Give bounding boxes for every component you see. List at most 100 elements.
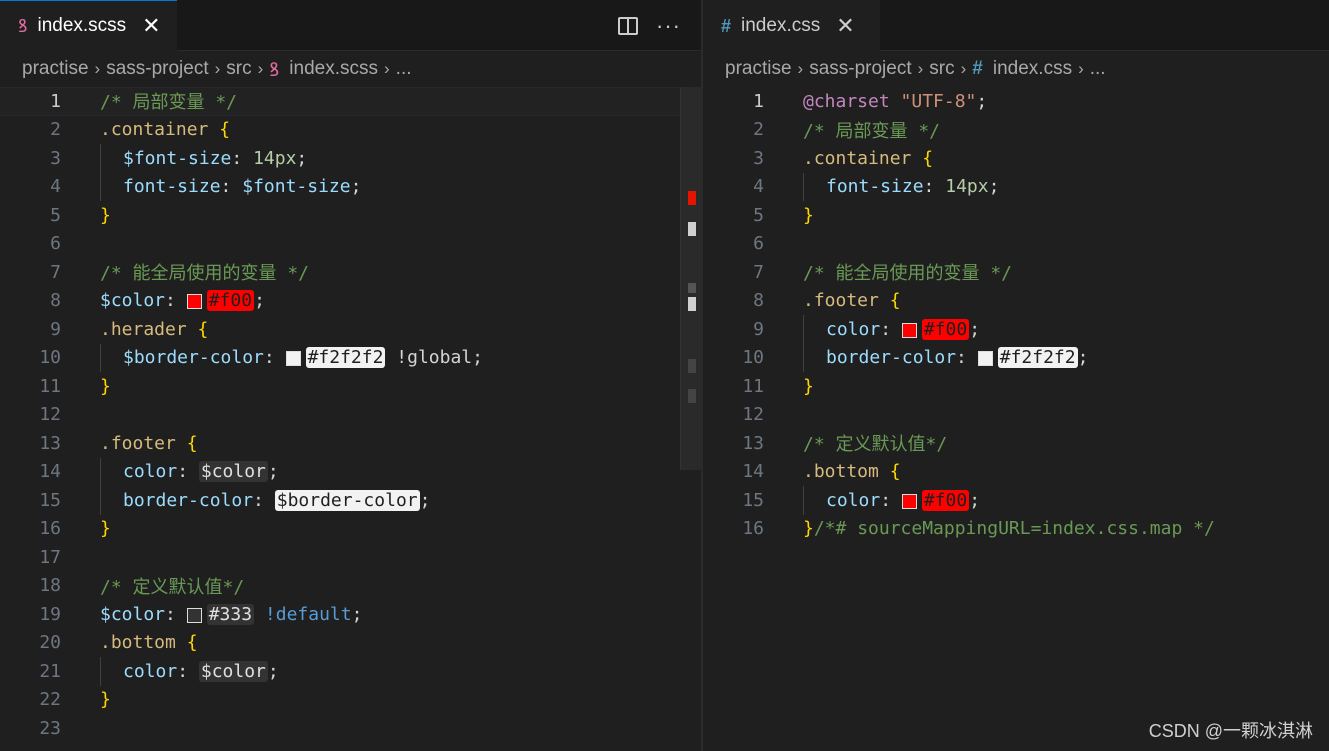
chevron-right-icon: › bbox=[384, 59, 390, 78]
line-number: 5 bbox=[753, 204, 764, 226]
breadcrumb-item[interactable]: ... bbox=[396, 58, 412, 80]
indent-guide bbox=[100, 457, 101, 486]
comment: /* 能全局使用的变量 */ bbox=[100, 263, 310, 285]
code-line: 15 color: #f00; bbox=[703, 486, 1329, 515]
color-swatch[interactable] bbox=[186, 294, 202, 310]
tab-index-scss[interactable]: ꝸ index.scss ✕ bbox=[0, 0, 177, 51]
value: 14px bbox=[945, 176, 989, 198]
chevron-right-icon: › bbox=[797, 59, 804, 78]
sass-file-icon: ꝸ bbox=[18, 16, 28, 36]
code-editor-left[interactable]: 1 /* 局部变量 */ 2 .container { 3 $font-size… bbox=[0, 87, 701, 751]
code-line: 6 bbox=[0, 230, 701, 259]
line-number: 16 bbox=[742, 518, 764, 540]
code-line: 11 } bbox=[0, 372, 701, 401]
color-value: #f00 bbox=[206, 290, 255, 312]
line-number: 15 bbox=[39, 489, 61, 511]
code-line: 9 color: #f00; bbox=[703, 315, 1329, 344]
breadcrumb-item[interactable]: sass-project bbox=[809, 58, 911, 80]
close-icon[interactable]: ✕ bbox=[836, 15, 854, 37]
breadcrumb-item[interactable]: practise bbox=[725, 58, 792, 80]
watermark: CSDN @一颗冰淇淋 bbox=[1148, 721, 1313, 741]
indent-guide bbox=[803, 343, 804, 372]
semicolon: ; bbox=[969, 318, 981, 340]
property: color bbox=[826, 489, 881, 511]
line-number: 18 bbox=[39, 575, 61, 597]
property: color bbox=[123, 660, 178, 682]
color-swatch[interactable] bbox=[977, 351, 993, 367]
code-line: 2 /* 局部变量 */ bbox=[703, 116, 1329, 145]
error-marker bbox=[688, 191, 696, 205]
breadcrumb-item[interactable]: src bbox=[929, 58, 954, 80]
color-swatch[interactable] bbox=[901, 322, 917, 338]
colon: : bbox=[177, 660, 199, 682]
value: $color bbox=[198, 660, 268, 682]
breadcrumb-item[interactable]: index.scss bbox=[289, 58, 378, 80]
colon: : bbox=[956, 347, 978, 369]
breadcrumb-item[interactable]: ... bbox=[1090, 58, 1106, 80]
semicolon: ; bbox=[254, 290, 265, 312]
code-line: 1 @charset "UTF-8"; bbox=[703, 87, 1329, 116]
tab-label: index.scss bbox=[37, 15, 127, 36]
code-line: 3 $font-size: 14px; bbox=[0, 144, 701, 173]
line-number: 15 bbox=[742, 489, 764, 511]
line-number: 22 bbox=[39, 689, 61, 711]
value: $border-color bbox=[274, 489, 420, 511]
breadcrumb-item[interactable]: practise bbox=[22, 58, 89, 80]
color-value: #f2f2f2 bbox=[997, 347, 1078, 369]
chevron-right-icon: › bbox=[257, 59, 264, 78]
chevron-right-icon: › bbox=[94, 59, 101, 78]
line-number: 12 bbox=[742, 404, 764, 426]
code-line: 13 /* 定义默认值*/ bbox=[703, 429, 1329, 458]
semicolon: ; bbox=[351, 603, 363, 625]
brace: { bbox=[878, 461, 901, 483]
semicolon: ; bbox=[350, 176, 362, 198]
line-number: 7 bbox=[50, 261, 61, 283]
property: border-color bbox=[826, 347, 957, 369]
tab-index-css[interactable]: # index.css ✕ bbox=[703, 0, 880, 51]
line-number: 17 bbox=[39, 546, 61, 568]
code-editor-right[interactable]: 1 @charset "UTF-8"; 2 /* 局部变量 */ 3 .cont… bbox=[703, 87, 1329, 751]
code-line: 21 color: $color; bbox=[0, 657, 701, 686]
breadcrumb-item[interactable]: src bbox=[226, 58, 251, 80]
line-number: 14 bbox=[742, 461, 764, 483]
brace: { bbox=[186, 318, 209, 340]
split-editor-icon[interactable] bbox=[618, 16, 639, 35]
line-number: 11 bbox=[39, 375, 61, 397]
color-swatch[interactable] bbox=[285, 351, 301, 367]
semicolon: ; bbox=[267, 461, 279, 483]
brace: } bbox=[100, 375, 111, 397]
brace: } bbox=[100, 518, 111, 540]
colon: : bbox=[165, 603, 187, 625]
line-number: 8 bbox=[753, 290, 764, 312]
code-line: 7 /* 能全局使用的变量 */ bbox=[703, 258, 1329, 287]
line-number: 10 bbox=[39, 347, 61, 369]
line-number: 21 bbox=[39, 660, 61, 682]
at-rule: @charset bbox=[803, 90, 890, 112]
indent-guide bbox=[803, 172, 804, 201]
code-line: 15 border-color: $border-color; bbox=[0, 486, 701, 515]
variable: $color bbox=[100, 290, 166, 312]
breadcrumb-item[interactable]: sass-project bbox=[106, 58, 208, 80]
vertical-scrollbar[interactable] bbox=[680, 87, 701, 470]
comment: /* 定义默认值*/ bbox=[100, 576, 245, 598]
line-number: 4 bbox=[753, 176, 764, 198]
line-number: 2 bbox=[50, 119, 61, 141]
semicolon: ; bbox=[267, 660, 279, 682]
property: font-size bbox=[123, 176, 221, 198]
comment: /* 局部变量 */ bbox=[803, 120, 941, 142]
code-line: 12 bbox=[0, 401, 701, 430]
brace: { bbox=[175, 432, 198, 454]
close-icon[interactable]: ✕ bbox=[142, 15, 160, 37]
code-line: 10 $border-color: #f2f2f2 !global; bbox=[0, 343, 701, 372]
semicolon: ; bbox=[976, 90, 988, 112]
colon: : bbox=[165, 290, 187, 312]
chevron-right-icon: › bbox=[214, 59, 221, 78]
editor-pane-left: ꝸ index.scss ✕ ··· practise › sass-projec… bbox=[0, 0, 701, 751]
color-swatch[interactable] bbox=[901, 493, 917, 509]
color-swatch[interactable] bbox=[186, 607, 202, 623]
code-line: 18 /* 定义默认值*/ bbox=[0, 572, 701, 601]
line-number: 3 bbox=[753, 147, 764, 169]
breadcrumb-item[interactable]: index.css bbox=[993, 58, 1072, 80]
variable: $color bbox=[100, 603, 166, 625]
more-actions-icon[interactable]: ··· bbox=[656, 14, 681, 37]
